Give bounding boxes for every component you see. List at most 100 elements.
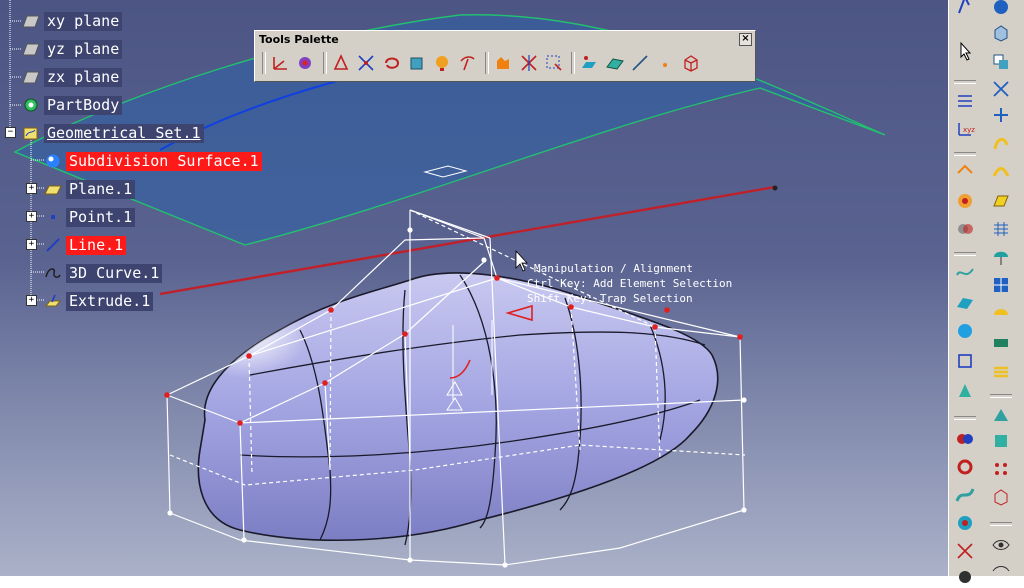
tree-item-label: Plane.1 xyxy=(66,179,136,199)
palette-title-bar[interactable]: Tools Palette × xyxy=(255,31,755,47)
ribbon-icon[interactable] xyxy=(953,484,977,506)
tree-item-label: PartBody xyxy=(44,95,123,115)
gear-icon xyxy=(24,98,38,112)
trap-select-icon[interactable] xyxy=(543,51,565,75)
curve-icon xyxy=(45,268,61,278)
ring-icon[interactable] xyxy=(953,456,977,478)
tools-palette[interactable]: Tools Palette × xyxy=(254,30,756,82)
palette-toolbar xyxy=(255,47,755,79)
line-end-point[interactable] xyxy=(772,185,778,191)
tree-item-label: 3D Curve.1 xyxy=(66,263,163,283)
cone-icon[interactable] xyxy=(953,380,977,402)
grid-icon[interactable] xyxy=(989,218,1013,240)
tree-collapse-geometrical-set[interactable]: − xyxy=(5,127,16,138)
tree-expand-point[interactable]: + xyxy=(26,211,37,222)
right-toolbar: xyz xyxy=(948,0,1024,583)
multi-view-icon[interactable] xyxy=(989,274,1013,296)
line-tool-icon[interactable] xyxy=(629,51,651,75)
fit-all-icon[interactable] xyxy=(989,78,1013,100)
svg-text:xyz: xyz xyxy=(963,126,975,134)
plane-icon xyxy=(44,185,62,195)
tree-item-zx-plane[interactable]: zx plane xyxy=(22,67,123,87)
compass-icon[interactable] xyxy=(294,51,316,75)
layers-icon[interactable] xyxy=(989,360,1013,382)
axes-move-icon[interactable] xyxy=(355,51,377,75)
list-select-icon[interactable] xyxy=(953,90,977,112)
snap-icon[interactable] xyxy=(953,162,977,184)
tree-expand-line[interactable]: + xyxy=(26,239,37,250)
axis-system-icon[interactable] xyxy=(269,51,291,75)
tooltip-shift-hint: Shift Key: Trap Selection xyxy=(527,292,693,305)
eye-icon[interactable] xyxy=(989,534,1013,556)
box-view-icon[interactable] xyxy=(406,51,428,75)
palette-separator xyxy=(571,52,576,74)
swap-view-icon[interactable] xyxy=(989,0,1013,18)
toolbar-grip[interactable] xyxy=(262,52,266,74)
shading-icon[interactable] xyxy=(989,430,1013,452)
scale-icon[interactable] xyxy=(518,51,540,75)
tree-item-3d-curve[interactable]: 3D Curve.1 xyxy=(44,263,163,283)
curve-tool-icon[interactable] xyxy=(457,51,479,75)
tree-expand-extrude[interactable]: + xyxy=(26,295,37,306)
point-icon xyxy=(51,215,55,219)
sketch-icon[interactable] xyxy=(953,0,977,16)
tree-item-extrude[interactable]: Extrude.1 xyxy=(44,291,154,311)
record-icon[interactable] xyxy=(953,566,977,588)
sphere-icon[interactable] xyxy=(953,320,977,342)
toolbar-separator xyxy=(954,152,976,156)
curve-yellow-icon[interactable] xyxy=(989,132,1013,154)
target-icon[interactable] xyxy=(953,512,977,534)
hide-icon[interactable] xyxy=(989,332,1013,354)
tree-item-geometrical-set[interactable]: Geometrical Set.1 xyxy=(22,123,204,143)
rotate-icon[interactable] xyxy=(381,51,403,75)
normal-view-icon[interactable] xyxy=(989,160,1013,182)
tree-item-line-1[interactable]: Line.1 xyxy=(44,235,127,255)
close-icon[interactable]: × xyxy=(739,33,752,46)
tree-item-label: Subdivision Surface.1 xyxy=(66,151,262,171)
cut-icon[interactable] xyxy=(953,540,977,562)
cube-icon[interactable] xyxy=(680,51,702,75)
cut-plane-icon[interactable] xyxy=(989,190,1013,212)
hide-show-icon[interactable] xyxy=(989,560,1013,582)
tree-item-plane-1[interactable]: Plane.1 xyxy=(44,179,136,199)
view-mode-icon[interactable] xyxy=(989,50,1013,72)
select-pointer-icon[interactable] xyxy=(953,40,977,62)
palette-title: Tools Palette xyxy=(259,33,339,46)
tree-item-label: yz plane xyxy=(44,39,123,59)
wire-cube-icon[interactable] xyxy=(989,486,1013,508)
toolbar-separator xyxy=(990,522,1012,526)
line-icon xyxy=(46,238,60,252)
xyz-icon[interactable]: xyz xyxy=(953,118,977,140)
toolbar-separator xyxy=(990,394,1012,398)
tree-item-label: zx plane xyxy=(44,67,123,87)
plane-align-icon[interactable] xyxy=(578,51,600,75)
half-sphere-icon[interactable] xyxy=(989,302,1013,324)
tree-item-subdivision-surface[interactable]: Subdivision Surface.1 xyxy=(44,151,262,171)
tree-item-yz-plane[interactable]: yz plane xyxy=(22,39,123,59)
tree-item-point-1[interactable]: Point.1 xyxy=(44,207,136,227)
dots-icon[interactable] xyxy=(989,458,1013,480)
sphere-tool-icon[interactable] xyxy=(953,190,977,212)
render-icon[interactable] xyxy=(989,404,1013,426)
select-arrow-icon[interactable] xyxy=(330,51,352,75)
plane-icon xyxy=(22,71,40,84)
umbrella-icon[interactable] xyxy=(989,246,1013,268)
surface-tool-icon[interactable] xyxy=(953,292,977,314)
point-tool-icon[interactable] xyxy=(654,51,676,75)
palette-separator xyxy=(485,52,490,74)
wave-icon[interactable] xyxy=(953,262,977,284)
tree-item-label: xy plane xyxy=(44,11,123,31)
blend-icon[interactable] xyxy=(953,218,977,240)
3d-viewport[interactable]: − + + + + xy plane yz plane zx plane Par… xyxy=(0,0,948,576)
mouse-cursor-icon xyxy=(515,249,528,272)
cube-iso-icon[interactable] xyxy=(989,22,1013,44)
surface-icon[interactable] xyxy=(604,51,626,75)
hand-grab-icon[interactable] xyxy=(492,51,514,75)
tree-item-partbody[interactable]: PartBody xyxy=(22,95,123,115)
pair-spheres-icon[interactable] xyxy=(953,428,977,450)
tree-expand-plane[interactable]: + xyxy=(26,183,37,194)
sphere-light-icon[interactable] xyxy=(431,51,453,75)
frame-icon[interactable] xyxy=(953,350,977,372)
pan-icon[interactable] xyxy=(989,104,1013,126)
tree-item-xy-plane[interactable]: xy plane xyxy=(22,11,123,31)
